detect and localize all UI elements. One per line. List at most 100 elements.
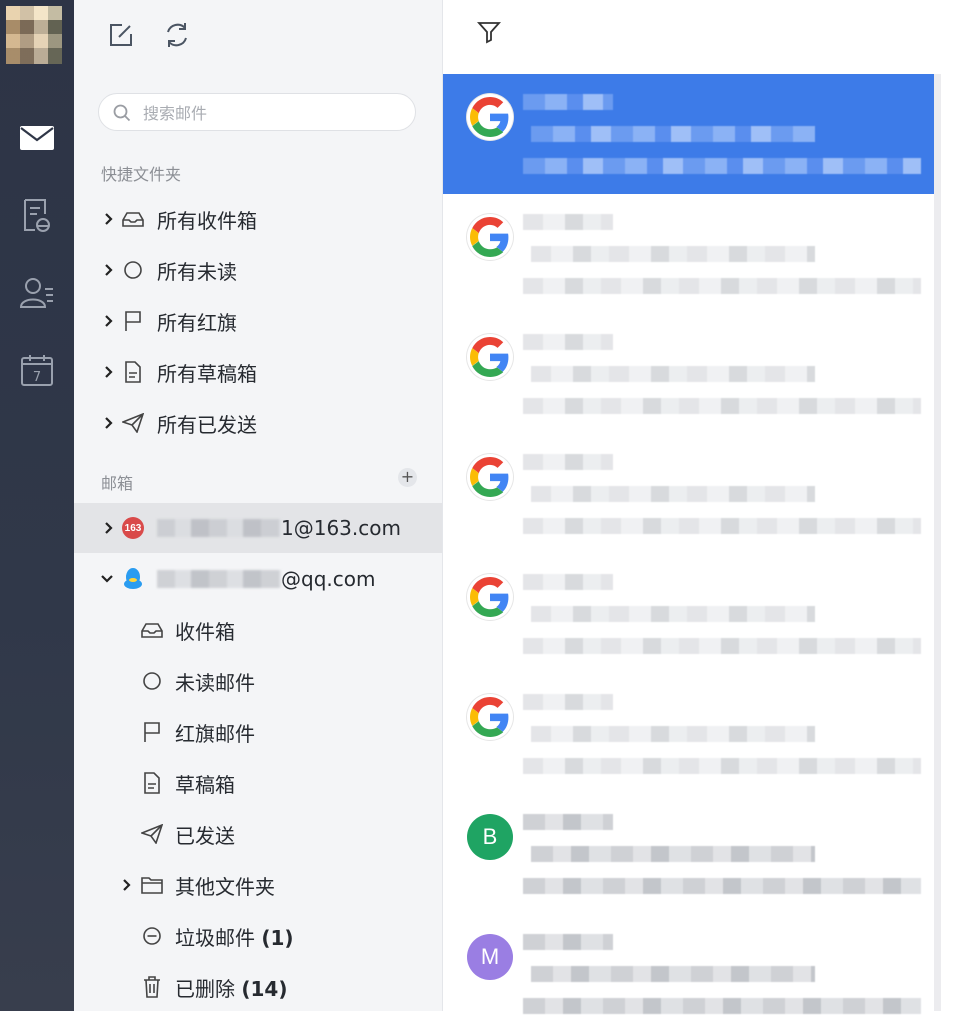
chevron-right-icon[interactable]: [103, 366, 115, 378]
message-row[interactable]: M: [443, 914, 934, 1034]
mailboxes-label: 邮箱: [101, 474, 134, 493]
folder-drafts[interactable]: 草稿箱: [74, 758, 442, 808]
mail-icon[interactable]: [17, 118, 57, 158]
quick-item-label: 所有未读: [157, 259, 237, 284]
redacted-text: [531, 726, 815, 742]
google-logo-icon: [467, 454, 513, 500]
folder-label: 草稿箱: [175, 772, 235, 797]
chevron-right-icon[interactable]: [103, 264, 115, 276]
quick-item-all-inbox[interactable]: 所有收件箱: [74, 194, 442, 244]
folder-label: 收件箱: [175, 619, 235, 644]
chevron-right-icon[interactable]: [103, 213, 115, 225]
folder-unread[interactable]: 未读邮件: [74, 656, 442, 706]
redacted-text: [531, 606, 815, 622]
redacted-text: [523, 454, 613, 470]
chevron-right-icon[interactable]: [121, 879, 133, 891]
account-163[interactable]: 163 1@163.com: [74, 503, 442, 553]
app-rail: 7: [0, 0, 74, 1011]
message-row[interactable]: B: [443, 794, 934, 914]
draft-icon: [141, 772, 163, 794]
trash-icon: [141, 976, 163, 998]
redacted-text: [531, 246, 815, 262]
quick-item-all-sent[interactable]: 所有已发送: [74, 398, 442, 448]
message-row[interactable]: [443, 194, 934, 314]
contacts-icon[interactable]: [17, 272, 57, 312]
draft-icon: [122, 361, 144, 383]
chevron-right-icon[interactable]: [103, 315, 115, 327]
calendar-day-label: 7: [33, 370, 41, 385]
google-logo-icon: [467, 574, 513, 620]
redacted-text: [523, 278, 921, 294]
folder-spam[interactable]: 垃圾邮件 (1): [74, 911, 442, 961]
folder-inbox[interactable]: 收件箱: [74, 605, 442, 655]
folder-label: 已删除 (14): [175, 976, 288, 1001]
folder-other[interactable]: 其他文件夹: [74, 860, 442, 910]
quick-item-all-unread[interactable]: 所有未读: [74, 245, 442, 295]
search-input[interactable]: [141, 102, 405, 124]
calendar-icon[interactable]: 7: [17, 350, 57, 390]
folder-icon: [141, 874, 163, 896]
flag-icon: [122, 310, 144, 332]
quick-item-label: 所有草稿箱: [157, 361, 257, 386]
message-row[interactable]: [443, 434, 934, 554]
item-count: (14): [241, 976, 288, 1001]
google-logo-icon: [467, 694, 513, 740]
send-icon: [141, 823, 163, 845]
redacted-text: [523, 94, 613, 110]
redacted-text: [531, 126, 815, 142]
chevron-right-icon[interactable]: [103, 417, 115, 429]
list-header: [443, 0, 941, 75]
sender-avatar: B: [467, 814, 513, 860]
compose-icon[interactable]: [104, 18, 138, 52]
quick-item-label: 所有已发送: [157, 412, 257, 437]
message-row[interactable]: [443, 674, 934, 794]
quick-folders-label: 快捷文件夹: [101, 165, 182, 184]
folder-label: 已发送: [175, 823, 235, 848]
quick-item-label: 所有收件箱: [157, 208, 257, 233]
quick-item-all-drafts[interactable]: 所有草稿箱: [74, 347, 442, 397]
sender-avatar: M: [467, 934, 513, 980]
folder-label: 红旗邮件: [175, 721, 255, 746]
folder-deleted[interactable]: 已删除 (14): [74, 962, 442, 1012]
folder-pane: 快捷文件夹 所有收件箱 所有未读 所有红旗 所有草稿箱 所有已发送 邮箱 + 1…: [74, 0, 443, 1011]
google-logo-icon: [467, 214, 513, 260]
redacted-text: [523, 878, 921, 894]
account-address: 1@163.com: [157, 516, 401, 540]
inbox-icon: [122, 208, 144, 230]
notes-icon[interactable]: [17, 196, 57, 236]
redacted-text: [523, 214, 613, 230]
message-row[interactable]: [443, 554, 934, 674]
redacted-text: [531, 486, 815, 502]
redacted-text: [523, 518, 921, 534]
scrollbar[interactable]: [934, 74, 941, 1011]
redacted-text: [523, 574, 613, 590]
add-mailbox-button[interactable]: +: [398, 468, 417, 487]
user-avatar[interactable]: [6, 6, 62, 64]
filter-icon[interactable]: [475, 18, 503, 46]
inbox-icon: [141, 619, 163, 641]
redacted-block: [157, 570, 281, 588]
message-row[interactable]: [443, 314, 934, 434]
folder-sent[interactable]: 已发送: [74, 809, 442, 859]
folder-flagged[interactable]: 红旗邮件: [74, 707, 442, 757]
search-box[interactable]: [98, 93, 416, 131]
redacted-text: [531, 846, 815, 862]
redacted-text: [531, 366, 815, 382]
chevron-right-icon[interactable]: [103, 522, 115, 534]
chevron-down-icon[interactable]: [101, 573, 113, 585]
account-qq[interactable]: @qq.com: [74, 554, 442, 604]
refresh-icon[interactable]: [160, 18, 194, 52]
google-logo-icon: [467, 334, 513, 380]
quick-item-all-flagged[interactable]: 所有红旗: [74, 296, 442, 346]
circle-icon: [141, 670, 163, 692]
account-address: @qq.com: [157, 567, 375, 591]
netease-163-icon: 163: [122, 517, 144, 539]
redacted-text: [523, 998, 921, 1014]
unread-count: (1): [261, 925, 294, 950]
quick-item-label: 所有红旗: [157, 310, 237, 335]
folder-label: 未读邮件: [175, 670, 255, 695]
redacted-text: [523, 334, 613, 350]
message-row[interactable]: [443, 74, 934, 194]
flag-icon: [141, 721, 163, 743]
minus-circle-icon: [141, 925, 163, 947]
